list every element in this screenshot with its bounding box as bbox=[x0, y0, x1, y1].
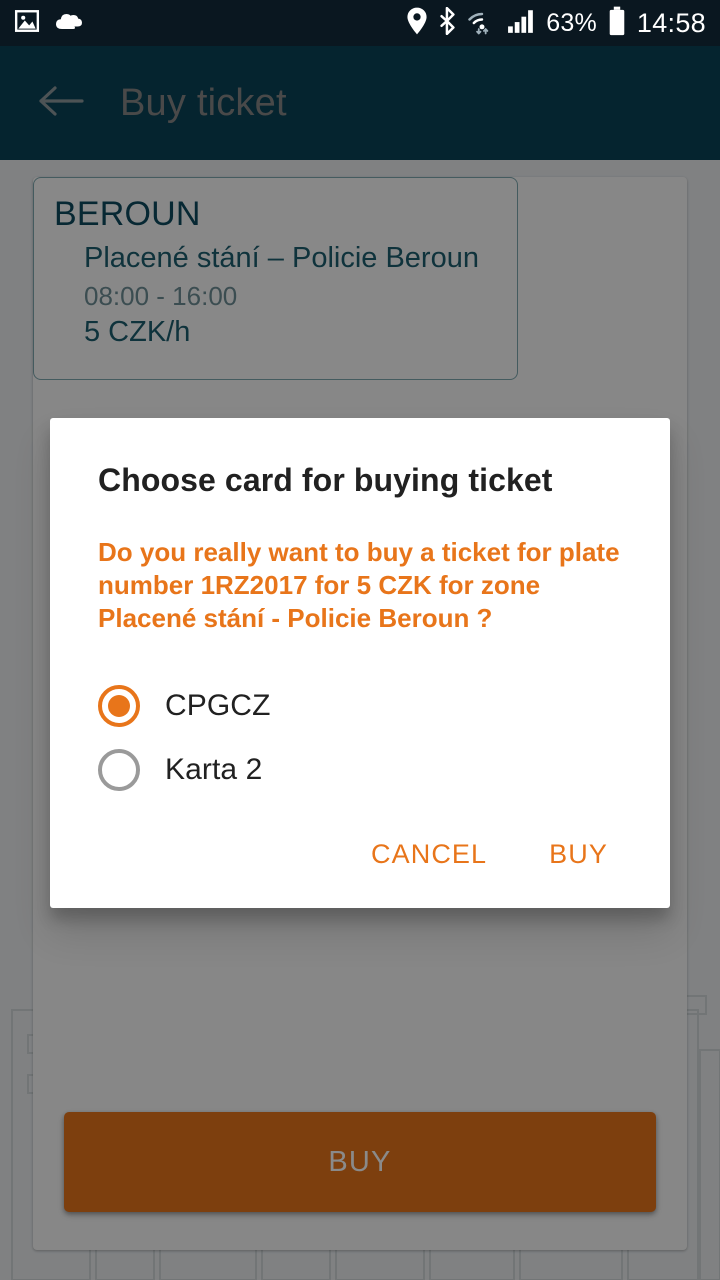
status-bar-right-icons: 63% 14:58 bbox=[406, 6, 706, 41]
card-radio-group: CPGCZ Karta 2 bbox=[98, 674, 622, 802]
dialog-cancel-button[interactable]: CANCEL bbox=[357, 827, 501, 882]
battery-percent-label: 63% bbox=[546, 8, 597, 37]
radio-label-cpgcz: CPGCZ bbox=[165, 688, 271, 722]
dialog-actions: CANCEL BUY bbox=[98, 827, 622, 908]
status-bar-left-icons bbox=[14, 8, 84, 39]
wifi-icon bbox=[468, 7, 496, 40]
dialog-buy-button[interactable]: BUY bbox=[535, 827, 622, 882]
radio-label-karta-2: Karta 2 bbox=[165, 752, 263, 786]
radio-selected-icon bbox=[98, 684, 140, 727]
cloud-icon bbox=[54, 9, 84, 38]
image-icon bbox=[14, 8, 40, 39]
radio-option-cpgcz[interactable]: CPGCZ bbox=[98, 674, 622, 738]
bluetooth-icon bbox=[439, 6, 457, 40]
dialog-title: Choose card for buying ticket bbox=[98, 462, 553, 498]
dialog-message: Do you really want to buy a ticket for p… bbox=[98, 536, 620, 634]
location-pin-icon bbox=[406, 7, 428, 40]
radio-option-karta-2[interactable]: Karta 2 bbox=[98, 738, 622, 802]
radio-unselected-icon bbox=[98, 748, 140, 791]
battery-icon bbox=[608, 6, 626, 41]
app-screen: 63% 14:58 Buy ticket BEROUN Placené stán… bbox=[0, 0, 720, 1280]
signal-icon bbox=[507, 8, 535, 39]
status-bar: 63% 14:58 bbox=[0, 0, 720, 46]
clock-label: 14:58 bbox=[636, 7, 706, 38]
choose-card-dialog: Choose card for buying ticket Do you rea… bbox=[50, 418, 670, 908]
